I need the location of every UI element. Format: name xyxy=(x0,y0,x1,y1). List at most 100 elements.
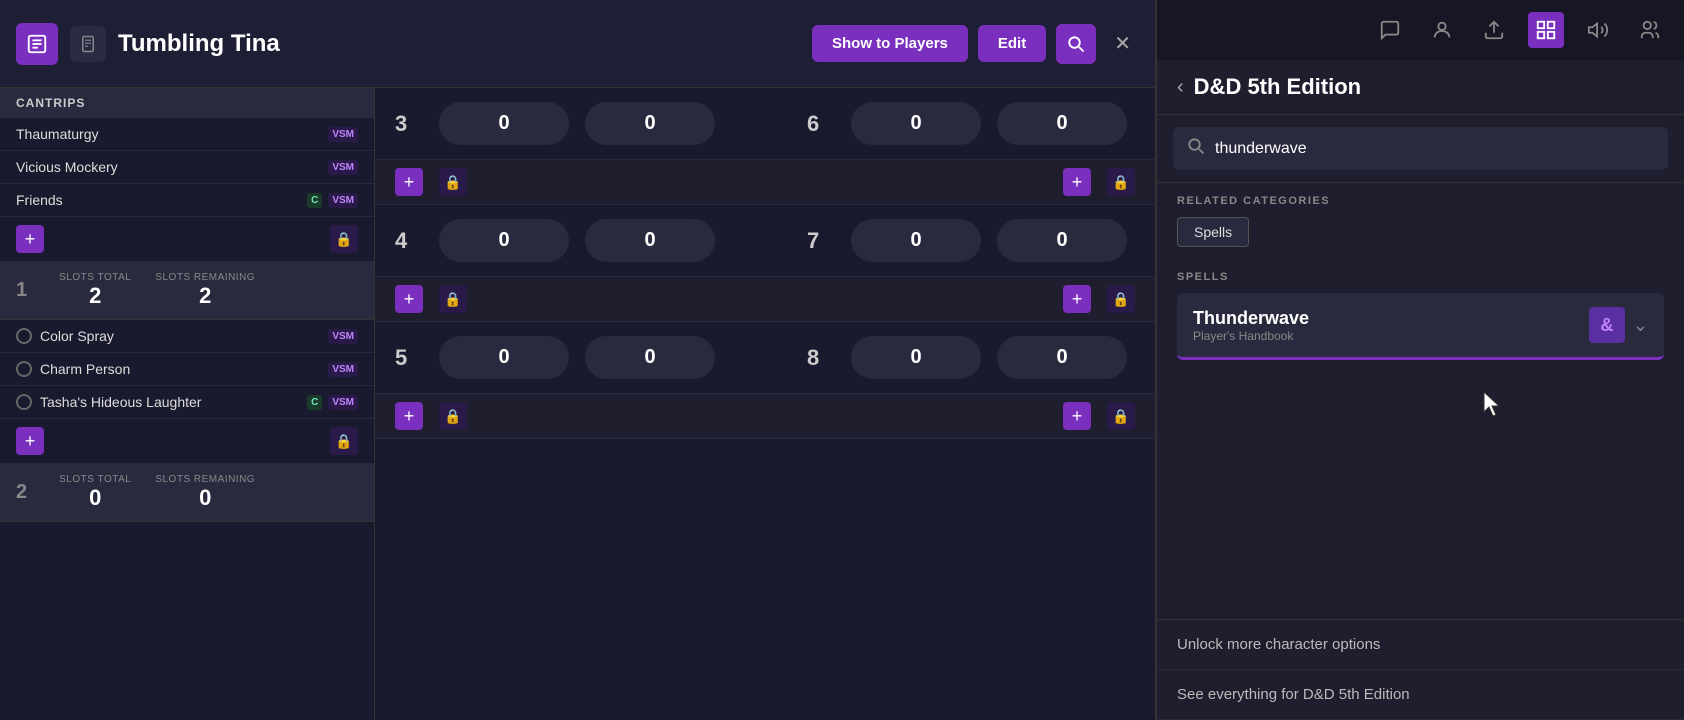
slot-pill: 0 xyxy=(851,336,981,379)
ampersand-icon[interactable]: & xyxy=(1589,307,1625,343)
add-cantrip-button[interactable]: + xyxy=(16,225,44,253)
slot-pill: 0 xyxy=(851,219,981,262)
lock-5-button[interactable]: 🔒 xyxy=(439,402,467,430)
bottom-options: Unlock more character options See everyt… xyxy=(1157,619,1684,720)
add-spell-8-button[interactable]: + xyxy=(1063,402,1091,430)
nav-chat-icon[interactable] xyxy=(1372,12,1408,48)
lock-7-button[interactable]: 🔒 xyxy=(1107,285,1135,313)
slots-total-group-2: SLOTS TOTAL 0 xyxy=(59,474,131,511)
spell-result-actions: & ⌄ xyxy=(1589,307,1648,343)
spells-section: SPELLS Thunderwave Player's Handbook & ⌄ xyxy=(1157,259,1684,380)
spell-name: Charm Person xyxy=(40,361,130,377)
spell-result-item: Thunderwave Player's Handbook & ⌄ xyxy=(1177,293,1664,360)
add-spell-7-button[interactable]: + xyxy=(1063,285,1091,313)
spell-tag-vsm: VSM xyxy=(328,160,358,175)
slot-pill: 0 xyxy=(997,102,1127,145)
level-1-indicator: 1 xyxy=(16,279,27,302)
sheet-icon-2[interactable] xyxy=(70,26,106,62)
list-item: Friends C VSM xyxy=(0,184,374,217)
list-item: Color Spray VSM xyxy=(0,320,374,353)
header-actions: Show to Players Edit ✕ xyxy=(812,24,1139,64)
spell-list-panel: CANTRIPS Thaumaturgy VSM Vicious Mockery… xyxy=(0,88,375,720)
slots-total-group: SLOTS TOTAL 2 xyxy=(59,272,131,309)
add-spell-5-button[interactable]: + xyxy=(395,402,423,430)
sidebar-search xyxy=(1157,115,1684,183)
spell-item-left: Color Spray xyxy=(16,328,328,344)
lock-6-button[interactable]: 🔒 xyxy=(1107,168,1135,196)
slot-pill: 0 xyxy=(851,102,981,145)
spell-name: Friends xyxy=(16,192,63,208)
lock-8-button[interactable]: 🔒 xyxy=(1107,402,1135,430)
level-7-label: 7 xyxy=(807,228,835,254)
search-input[interactable] xyxy=(1215,140,1654,158)
slot-pill: 0 xyxy=(439,219,569,262)
show-to-players-button[interactable]: Show to Players xyxy=(812,25,968,62)
nav-person-icon[interactable] xyxy=(1424,12,1460,48)
nav-people-icon[interactable] xyxy=(1632,12,1668,48)
spell-name: Vicious Mockery xyxy=(16,159,118,175)
list-item: Charm Person VSM xyxy=(0,353,374,386)
related-categories-label: RELATED CATEGORIES xyxy=(1177,195,1664,207)
slot-pill: 0 xyxy=(997,219,1127,262)
nav-grid-icon[interactable] xyxy=(1528,12,1564,48)
level-8-label: 8 xyxy=(807,345,835,371)
back-arrow-icon[interactable]: ‹ xyxy=(1177,76,1184,99)
search-icon xyxy=(1187,137,1205,160)
add-spell-6-button[interactable]: + xyxy=(1063,168,1091,196)
lock-3-button[interactable]: 🔒 xyxy=(439,168,467,196)
spell-tag-vsm: VSM xyxy=(328,127,358,142)
add-spell-4-button[interactable]: + xyxy=(395,285,423,313)
character-name: Tumbling Tina xyxy=(118,30,800,58)
slot-pill: 0 xyxy=(439,336,569,379)
spell-name: Thaumaturgy xyxy=(16,126,98,142)
expand-button[interactable]: ⌄ xyxy=(1633,315,1648,336)
edit-button[interactable]: Edit xyxy=(978,25,1046,62)
spells-category-tag[interactable]: Spells xyxy=(1177,217,1249,247)
spell-actions: C VSM xyxy=(307,395,358,410)
spell-item-left: Vicious Mockery xyxy=(16,159,328,175)
nav-upload-icon[interactable] xyxy=(1476,12,1512,48)
spell-circle xyxy=(16,361,32,377)
level-3-label: 3 xyxy=(395,111,423,137)
close-button[interactable]: ✕ xyxy=(1106,27,1139,60)
lock-level1-button[interactable]: 🔒 xyxy=(330,427,358,455)
slots-remaining-group-2: SLOTS REMAINING 0 xyxy=(155,474,255,511)
spell-item-left: Friends xyxy=(16,192,307,208)
spell-tag-vsm: VSM xyxy=(328,362,358,377)
search-button[interactable] xyxy=(1056,24,1096,64)
see-everything-item[interactable]: See everything for D&D 5th Edition xyxy=(1157,670,1684,720)
search-box xyxy=(1173,127,1668,170)
lock-4-button[interactable]: 🔒 xyxy=(439,285,467,313)
character-sheet: Tumbling Tina Show to Players Edit ✕ CAN… xyxy=(0,0,1155,720)
spell-name: Color Spray xyxy=(40,328,114,344)
spell-item-left: Charm Person xyxy=(16,361,328,377)
cantrips-header: CANTRIPS xyxy=(0,88,374,118)
spell-item-left: Thaumaturgy xyxy=(16,126,328,142)
cursor-icon xyxy=(1480,390,1504,423)
add-spell-3-button[interactable]: + xyxy=(395,168,423,196)
spell-tag-vsm: VSM xyxy=(328,193,358,208)
spell-result-source: Player's Handbook xyxy=(1193,329,1309,343)
spells-section-label: SPELLS xyxy=(1177,271,1664,283)
spell-tag-c: C xyxy=(307,193,322,208)
sidebar-header: ‹ D&D 5th Edition xyxy=(1157,60,1684,115)
slot-pill: 0 xyxy=(585,336,715,379)
level-2-indicator: 2 xyxy=(16,481,27,504)
sheet-header: Tumbling Tina Show to Players Edit ✕ xyxy=(0,0,1155,88)
spell-actions: VSM xyxy=(328,127,358,142)
add-level1-button[interactable]: + xyxy=(16,427,44,455)
cursor-area xyxy=(1157,380,1684,440)
nav-volume-icon[interactable] xyxy=(1580,12,1616,48)
unlock-options-item[interactable]: Unlock more character options xyxy=(1157,620,1684,670)
lock-cantrip-button[interactable]: 🔒 xyxy=(330,225,358,253)
spell-name: Tasha's Hideous Laughter xyxy=(40,394,201,410)
list-item: Vicious Mockery VSM xyxy=(0,151,374,184)
spell-grid-area: 3 0 0 6 0 0 + 🔒 + 🔒 4 0 0 xyxy=(375,88,1155,720)
spell-actions: VSM xyxy=(328,160,358,175)
sheet-icon-1[interactable] xyxy=(16,23,58,65)
spell-actions: VSM xyxy=(328,362,358,377)
related-categories: RELATED CATEGORIES Spells xyxy=(1157,183,1684,259)
slot-pill: 0 xyxy=(439,102,569,145)
spell-tag-vsm: VSM xyxy=(328,329,358,344)
level-6-label: 6 xyxy=(807,111,835,137)
